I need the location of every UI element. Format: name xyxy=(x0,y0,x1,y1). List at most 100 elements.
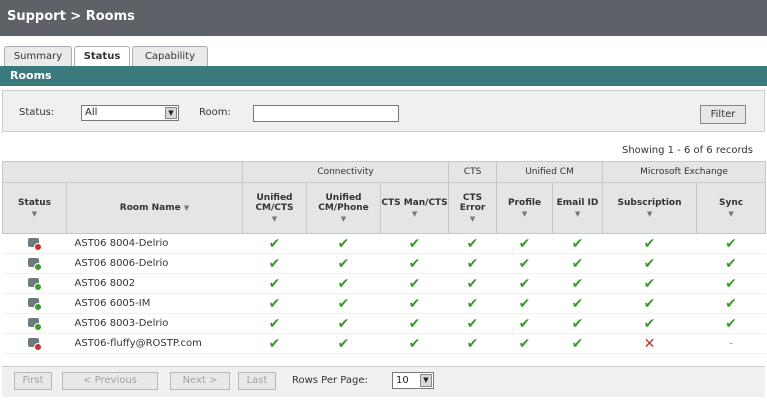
status-value-cell: ✔ xyxy=(380,313,449,334)
status-value-cell: ✔ xyxy=(306,253,381,274)
filter-button[interactable]: Filter xyxy=(700,105,746,124)
room-name-cell[interactable]: AST06 8004-Delrio xyxy=(66,233,243,254)
group-header-cts: CTS xyxy=(448,161,498,183)
sort-icon[interactable]: ▼ xyxy=(243,215,306,223)
breadcrumb: Support > Rooms xyxy=(7,9,135,24)
check-icon: ✔ xyxy=(725,255,737,272)
status-value-cell: ✔ xyxy=(602,293,697,314)
room-name-cell[interactable]: AST06 8006-Delrio xyxy=(66,253,243,274)
status-value-cell: ✔ xyxy=(242,313,307,334)
status-value-cell: ✔ xyxy=(496,253,553,274)
check-icon: ✔ xyxy=(408,235,421,252)
last-page-button[interactable]: Last xyxy=(238,372,276,390)
room-status-ok-icon xyxy=(27,316,42,331)
status-value-cell: ✔ xyxy=(242,333,307,354)
check-icon: ✔ xyxy=(571,255,584,272)
room-name-cell[interactable]: AST06-fluffy@ROSTP.com xyxy=(66,333,243,354)
status-value-cell: ✔ xyxy=(448,253,497,274)
sort-icon[interactable]: ▼ xyxy=(307,215,380,223)
check-icon: ✔ xyxy=(466,295,479,312)
next-page-button[interactable]: Next > xyxy=(170,372,230,390)
room-name-cell[interactable]: AST06 8002 xyxy=(66,273,243,294)
status-value-cell: ✔ xyxy=(496,313,553,334)
chevron-down-icon[interactable]: ▼ xyxy=(165,107,177,119)
table-row[interactable]: AST06 8003-Delrio ✔ ✔ ✔ ✔ ✔ ✔ ✔ ✔ xyxy=(2,313,766,334)
top-bar: Support > Rooms xyxy=(0,0,767,36)
column-header-profile[interactable]: Profile ▼ xyxy=(496,182,554,234)
status-cell xyxy=(2,333,67,354)
table-row[interactable]: AST06 8006-Delrio ✔ ✔ ✔ ✔ ✔ ✔ ✔ ✔ xyxy=(2,253,766,274)
check-icon: ✔ xyxy=(268,275,281,292)
column-header-email-id[interactable]: Email ID ▼ xyxy=(552,182,604,234)
room-name-cell[interactable]: AST06 8003-Delrio xyxy=(66,313,243,334)
column-header-unified-cm-cts[interactable]: Unified CM/CTS ▼ xyxy=(242,182,307,234)
column-header-unified-cm-phone[interactable]: Unified CM/Phone ▼ xyxy=(306,182,381,234)
table-row[interactable]: AST06 6005-IM ✔ ✔ ✔ ✔ ✔ ✔ ✔ ✔ xyxy=(2,293,766,314)
check-icon: ✔ xyxy=(643,295,656,312)
status-value-cell: ✔ xyxy=(242,273,307,294)
status-value-cell: ✔ xyxy=(448,313,497,334)
status-value-cell: ✔ xyxy=(602,233,697,254)
check-icon: ✔ xyxy=(518,235,531,252)
sort-icon[interactable]: ▼ xyxy=(3,210,66,218)
rows-per-page-value: 10 xyxy=(396,375,409,386)
sort-icon[interactable]: ▼ xyxy=(184,204,189,212)
tab-status[interactable]: Status xyxy=(74,46,130,67)
table-row[interactable]: AST06 8002 ✔ ✔ ✔ ✔ ✔ ✔ ✔ ✔ xyxy=(2,273,766,294)
status-value-cell: ✔ xyxy=(380,333,449,354)
sort-icon[interactable]: ▼ xyxy=(553,210,602,218)
check-icon: ✔ xyxy=(337,235,350,252)
sort-icon[interactable]: ▼ xyxy=(381,210,448,218)
column-header-cts-error[interactable]: CTS Error ▼ xyxy=(448,182,498,234)
sort-icon[interactable]: ▼ xyxy=(697,210,765,218)
sort-icon[interactable]: ▼ xyxy=(497,210,552,218)
status-value-cell: ✔ xyxy=(242,233,307,254)
table-row[interactable]: AST06 8004-Delrio ✔ ✔ ✔ ✔ ✔ ✔ ✔ ✔ xyxy=(2,233,766,254)
status-value-cell: ✔ xyxy=(696,313,766,334)
check-icon: ✔ xyxy=(408,335,421,352)
status-value-cell: ✔ xyxy=(552,293,603,314)
room-input[interactable] xyxy=(253,105,399,122)
check-icon: ✔ xyxy=(518,255,531,272)
column-header-sync[interactable]: Sync ▼ xyxy=(696,182,767,234)
check-icon: ✔ xyxy=(518,295,531,312)
status-value-cell: ✔ xyxy=(696,233,766,254)
dash-icon: – xyxy=(728,338,734,349)
status-value-cell: ✔ xyxy=(306,293,381,314)
column-header-room-name[interactable]: Room Name ▼ xyxy=(66,182,243,234)
status-cell xyxy=(2,313,67,334)
group-header-unified-cm: Unified CM xyxy=(496,161,604,183)
previous-page-button[interactable]: < Previous xyxy=(62,372,158,390)
group-header-blank xyxy=(2,161,243,183)
chevron-down-icon[interactable]: ▼ xyxy=(420,374,432,387)
rows-per-page-select[interactable]: 10 ▼ xyxy=(392,372,434,389)
status-value-cell: ✔ xyxy=(242,253,307,274)
room-filter-label: Room: xyxy=(199,107,231,118)
status-select[interactable]: All ▼ xyxy=(81,105,179,121)
status-value-cell: ✔ xyxy=(602,273,697,294)
status-value-cell: ✔ xyxy=(242,293,307,314)
first-page-button[interactable]: First xyxy=(14,372,52,390)
status-cell xyxy=(2,253,67,274)
sort-icon[interactable]: ▼ xyxy=(449,215,496,223)
sort-icon[interactable]: ▼ xyxy=(603,210,696,218)
status-select-value: All xyxy=(85,107,98,118)
check-icon: ✔ xyxy=(408,275,421,292)
status-value-cell: ✔ xyxy=(448,293,497,314)
check-icon: ✔ xyxy=(408,255,421,272)
column-header-status[interactable]: Status ▼ xyxy=(2,182,67,234)
filter-bar: Status: All ▼ Room: Filter xyxy=(2,90,765,132)
status-value-cell: ✔ xyxy=(696,253,766,274)
tab-capability[interactable]: Capability xyxy=(132,46,208,66)
status-value-cell: ✔ xyxy=(448,273,497,294)
column-header-subscription[interactable]: Subscription ▼ xyxy=(602,182,698,234)
check-icon: ✔ xyxy=(466,255,479,272)
status-value-cell: ✔ xyxy=(552,233,603,254)
tab-summary[interactable]: Summary xyxy=(4,46,72,66)
table-row[interactable]: AST06-fluffy@ROSTP.com ✔ ✔ ✔ ✔ ✔ ✔ ✕ – xyxy=(2,333,766,354)
column-header-cts-man-cts[interactable]: CTS Man/CTS ▼ xyxy=(379,182,450,234)
room-name-cell[interactable]: AST06 6005-IM xyxy=(66,293,243,314)
status-value-cell: ✔ xyxy=(496,233,553,254)
status-value-cell: ✔ xyxy=(552,313,603,334)
status-value-cell: ✔ xyxy=(496,293,553,314)
